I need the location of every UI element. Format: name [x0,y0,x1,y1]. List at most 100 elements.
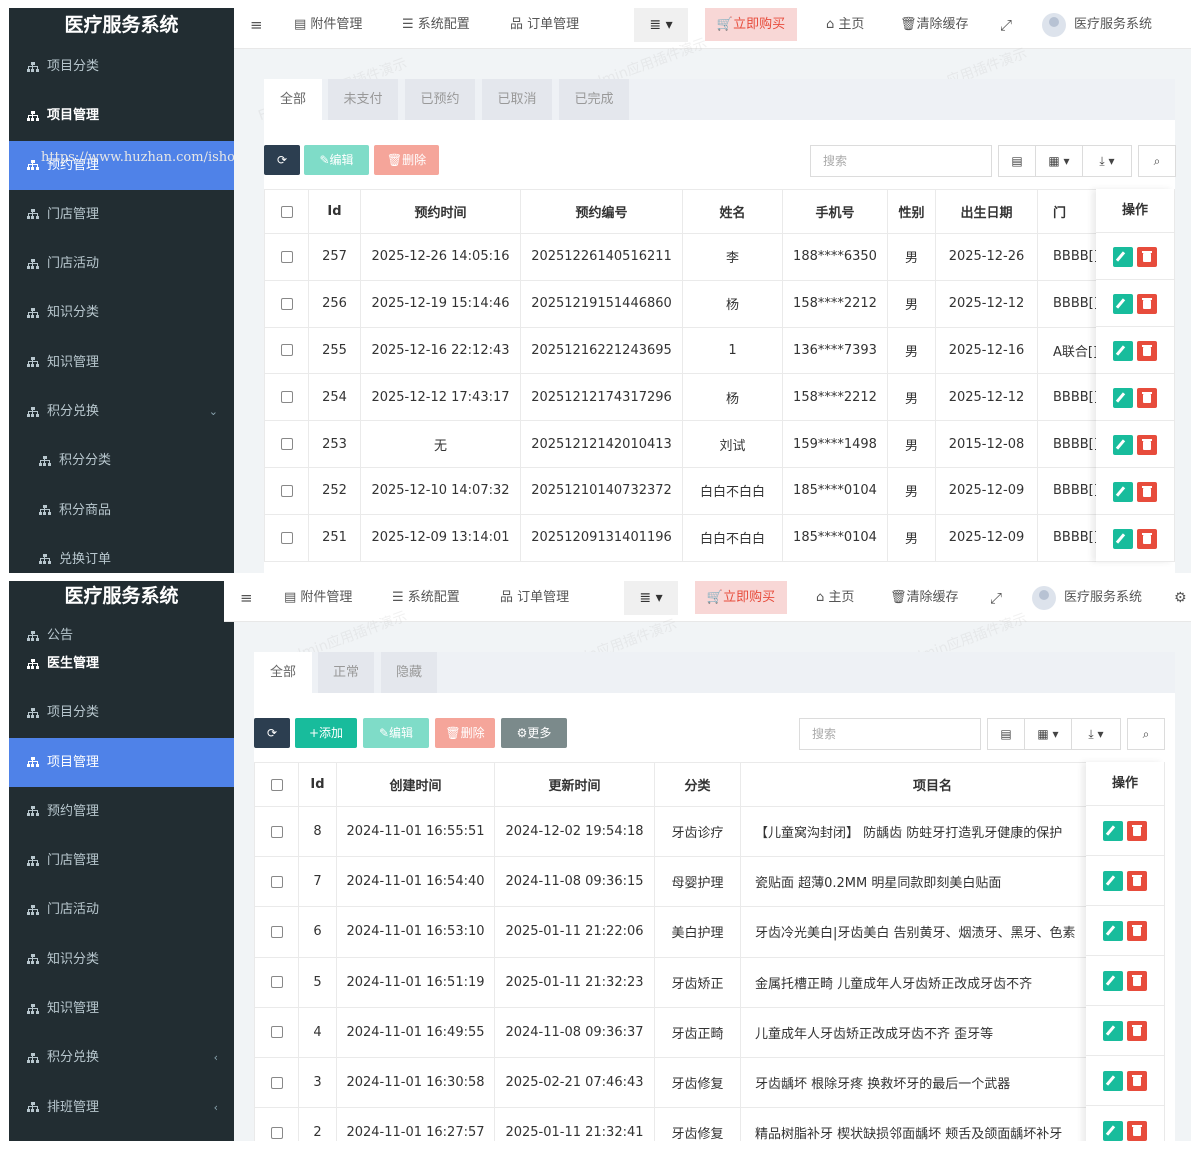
edit-row-icon[interactable] [1103,870,1123,891]
sidebar-item[interactable]: 项目管理 [9,737,234,787]
table-row[interactable]: 4 2024-11-01 16:49:55 2024-11-08 09:36:37 牙… [254,1006,1165,1058]
sidebar-item[interactable]: 知识分类 [9,288,234,337]
sidebar-item[interactable]: 预约管理 [9,140,234,190]
delete-row-icon[interactable] [1137,340,1157,361]
refresh-button[interactable]: ⟳ [264,145,300,175]
export-icon[interactable]: ⤓ ▾ [1071,718,1121,750]
delete-row-icon[interactable] [1137,434,1157,455]
sidebar-item[interactable]: 项目分类 [9,42,234,91]
nav-attachments[interactable]: ▤ 附件管理 [284,581,352,622]
sidebar-item[interactable]: 积分兑换 ‹ [9,1033,234,1082]
tab-all[interactable]: 全部 [254,652,312,693]
nav-attachments[interactable]: ▤ 附件管理 [294,8,362,49]
table-row[interactable]: 2 2024-11-01 16:27:57 2025-01-11 21:32:41 牙… [254,1107,1165,1141]
row-checkbox[interactable] [254,956,299,1008]
table-row[interactable]: 255 2025-12-16 22:12:43 20251216221243695 1… [264,326,1175,375]
col-id[interactable]: Id [298,762,337,807]
table-row[interactable]: 8 2024-11-01 16:55:51 2024-12-02 19:54:18 牙… [254,805,1165,858]
search-icon[interactable]: ⌕ [1138,145,1176,177]
row-checkbox[interactable] [264,420,309,468]
edit-button[interactable]: ✎编辑 [363,718,429,748]
table-row[interactable]: 254 2025-12-12 17:43:17 20251212174317296 杨… [264,373,1175,422]
delete-row-icon[interactable] [1127,1120,1147,1141]
row-checkbox[interactable] [264,279,309,328]
select-all-checkbox[interactable] [264,189,309,234]
delete-row-icon[interactable] [1127,870,1147,891]
nav-clear-cache[interactable]: 🗑清除缓存 [890,581,959,622]
edit-row-icon[interactable] [1103,1120,1123,1141]
delete-row-icon[interactable] [1137,293,1157,314]
row-checkbox[interactable] [254,1006,299,1058]
col-category[interactable]: 分类 [654,762,741,807]
delete-row-icon[interactable] [1127,1020,1147,1041]
more-button[interactable]: ⚙更多 [501,718,567,748]
col-no[interactable]: 预约编号 [520,189,683,234]
select-all-checkbox[interactable] [254,762,299,807]
sidebar-item[interactable]: 医生管理 [9,639,234,688]
table-row[interactable]: 253 无 20251212142010413 刘试 159****1498 男 2015-… [264,420,1175,468]
col-gender[interactable]: 性别 [887,189,936,234]
edit-row-icon[interactable] [1103,1020,1123,1041]
row-checkbox[interactable] [264,373,309,422]
edit-row-icon[interactable] [1103,820,1123,841]
row-checkbox[interactable] [264,233,309,281]
delete-row-icon[interactable] [1137,246,1157,267]
nav-dropdown[interactable]: ≣ ▾ [634,8,688,42]
settings-gear-icon[interactable]: ⚙ [1174,581,1187,622]
table-row[interactable]: 3 2024-11-01 16:30:58 2025-02-21 07:46:43 牙… [254,1056,1165,1109]
sidebar-item[interactable]: 公告 [9,611,234,643]
edit-row-icon[interactable] [1103,1070,1123,1091]
table-row[interactable]: 5 2024-11-01 16:51:19 2025-01-11 21:32:23 牙… [254,956,1165,1008]
tab-booked[interactable]: 已预约 [405,79,475,120]
nav-config[interactable]: ☰ 系统配置 [402,8,470,49]
delete-button[interactable]: 🗑删除 [435,718,495,748]
tab-unpaid[interactable]: 未支付 [328,79,398,120]
tab-hidden[interactable]: 隐藏 [381,652,437,693]
col-id[interactable]: Id [308,189,361,234]
toggle-view-icon[interactable]: ▤ [987,718,1025,750]
delete-row-icon[interactable] [1127,920,1147,941]
delete-row-icon[interactable] [1137,528,1157,549]
tab-completed[interactable]: 已完成 [559,79,629,120]
sidebar-item[interactable]: 排班管理 ‹ [9,1083,234,1132]
table-row[interactable]: 252 2025-12-10 14:07:32 20251210140732372 白… [264,466,1175,515]
table-row[interactable]: 251 2025-12-09 13:14:01 20251209131401196 白… [264,513,1175,562]
sidebar-item[interactable]: 项目分类 [9,688,234,737]
row-checkbox[interactable] [254,805,299,858]
sidebar-item[interactable]: 预约管理 [9,787,234,836]
edit-row-icon[interactable] [1113,528,1133,549]
sidebar-item[interactable]: 兑换订单 [9,535,234,573]
edit-row-icon[interactable] [1113,340,1133,361]
sidebar-item[interactable]: 知识管理 [9,338,234,387]
edit-row-icon[interactable] [1113,481,1133,502]
user-menu[interactable]: 医疗服务系统 [1032,581,1142,622]
table-row[interactable]: 257 2025-12-26 14:05:16 20251226140516211 李… [264,233,1175,281]
delete-row-icon[interactable] [1137,387,1157,408]
row-checkbox[interactable] [264,513,309,562]
delete-row-icon[interactable] [1127,970,1147,991]
table-row[interactable]: 256 2025-12-19 15:14:46 20251219151446860 杨… [264,279,1175,328]
edit-row-icon[interactable] [1113,387,1133,408]
columns-icon[interactable]: ▦ ▾ [1035,145,1083,177]
col-updated[interactable]: 更新时间 [494,762,655,807]
buy-now-button[interactable]: 🛒立即购买 [695,581,787,614]
edit-row-icon[interactable] [1113,434,1133,455]
edit-button[interactable]: ✎编辑 [304,145,369,175]
nav-config[interactable]: ☰ 系统配置 [392,581,460,622]
col-phone[interactable]: 手机号 [782,189,888,234]
tab-normal[interactable]: 正常 [318,652,374,693]
table-row[interactable]: 6 2024-11-01 16:53:10 2025-01-11 21:22:06 美… [254,906,1165,958]
tab-all[interactable]: 全部 [264,79,322,120]
refresh-button[interactable]: ⟳ [254,718,290,748]
delete-button[interactable]: 🗑删除 [374,145,439,175]
sidebar-item[interactable]: 积分兑换 ⌄ [9,387,234,436]
col-created[interactable]: 创建时间 [336,762,495,807]
toggle-view-icon[interactable]: ▤ [998,145,1036,177]
nav-orders[interactable]: 品 订单管理 [510,8,579,49]
edit-row-icon[interactable] [1103,920,1123,941]
row-checkbox[interactable] [254,1056,299,1109]
edit-row-icon[interactable] [1113,293,1133,314]
app-logo[interactable]: 医疗服务系统 [9,8,234,42]
add-button[interactable]: +添加 [295,718,357,748]
nav-orders[interactable]: 品 订单管理 [500,581,569,622]
